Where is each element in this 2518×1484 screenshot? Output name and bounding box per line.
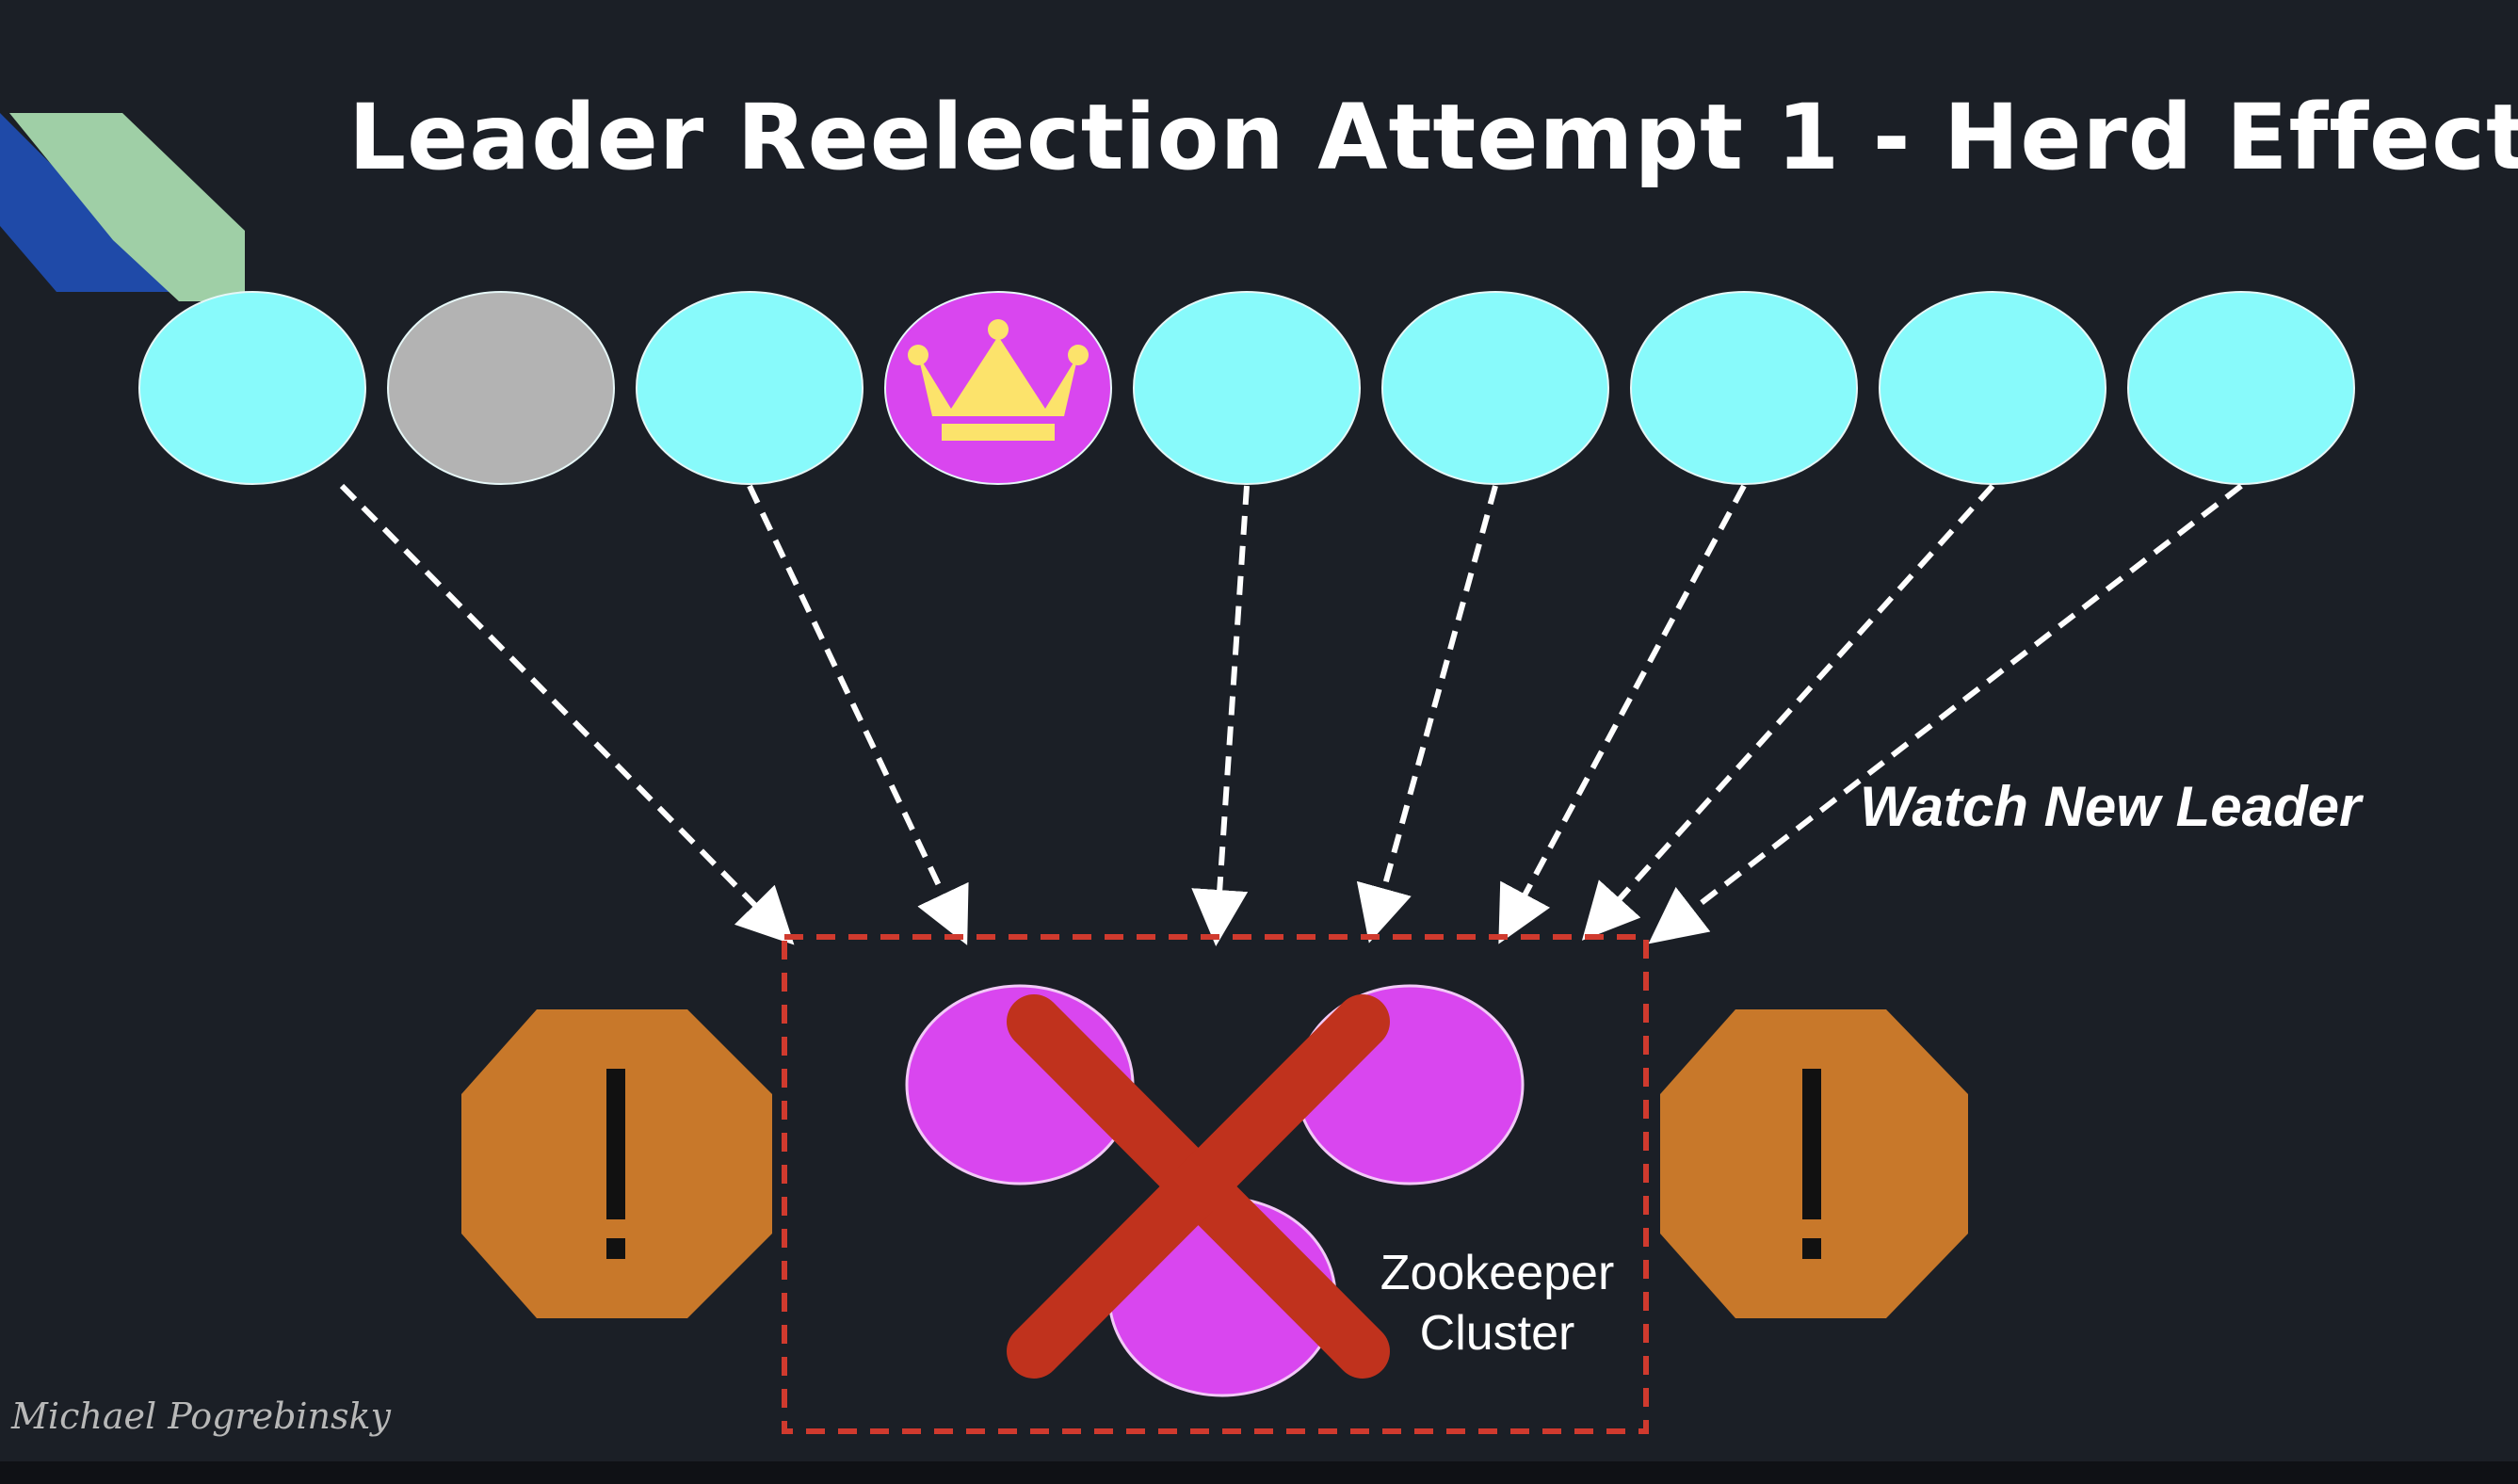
server-node (1630, 291, 1858, 485)
zookeeper-label-line1: Zookeeper (1380, 1246, 1615, 1300)
server-node (138, 291, 366, 485)
zookeeper-label-line2: Cluster (1419, 1306, 1575, 1361)
watch-arrow (339, 483, 795, 945)
warning-octagon-icon (461, 1009, 772, 1318)
zookeeper-cluster-label: Zookeeper Cluster (1361, 1243, 1634, 1363)
watch-arrow (1191, 485, 1250, 946)
watch-arrow (747, 484, 969, 945)
watch-arrows (339, 483, 2243, 946)
failed-node (387, 291, 615, 485)
watch-arrow (1648, 483, 2243, 944)
watch-arrow (1498, 484, 1747, 944)
watch-arrow (1356, 485, 1498, 944)
server-node (1879, 291, 2106, 485)
corner-decoration (0, 113, 245, 301)
server-nodes (138, 291, 2355, 485)
warning-octagon-icon (1660, 1009, 1968, 1318)
slide-title: Leader Reelection Attempt 1 - Herd Effec… (348, 85, 2518, 190)
watch-arrow (1581, 483, 1995, 941)
server-node (1381, 291, 1609, 485)
author-credit: Michael Pogrebinsky (11, 1395, 392, 1437)
watch-new-leader-label: Watch New Leader (1860, 775, 2362, 838)
bottom-bar (0, 1461, 2518, 1484)
server-node (2127, 291, 2355, 485)
diagram-canvas (0, 113, 2355, 1434)
server-node (1133, 291, 1361, 485)
server-node (636, 291, 864, 485)
